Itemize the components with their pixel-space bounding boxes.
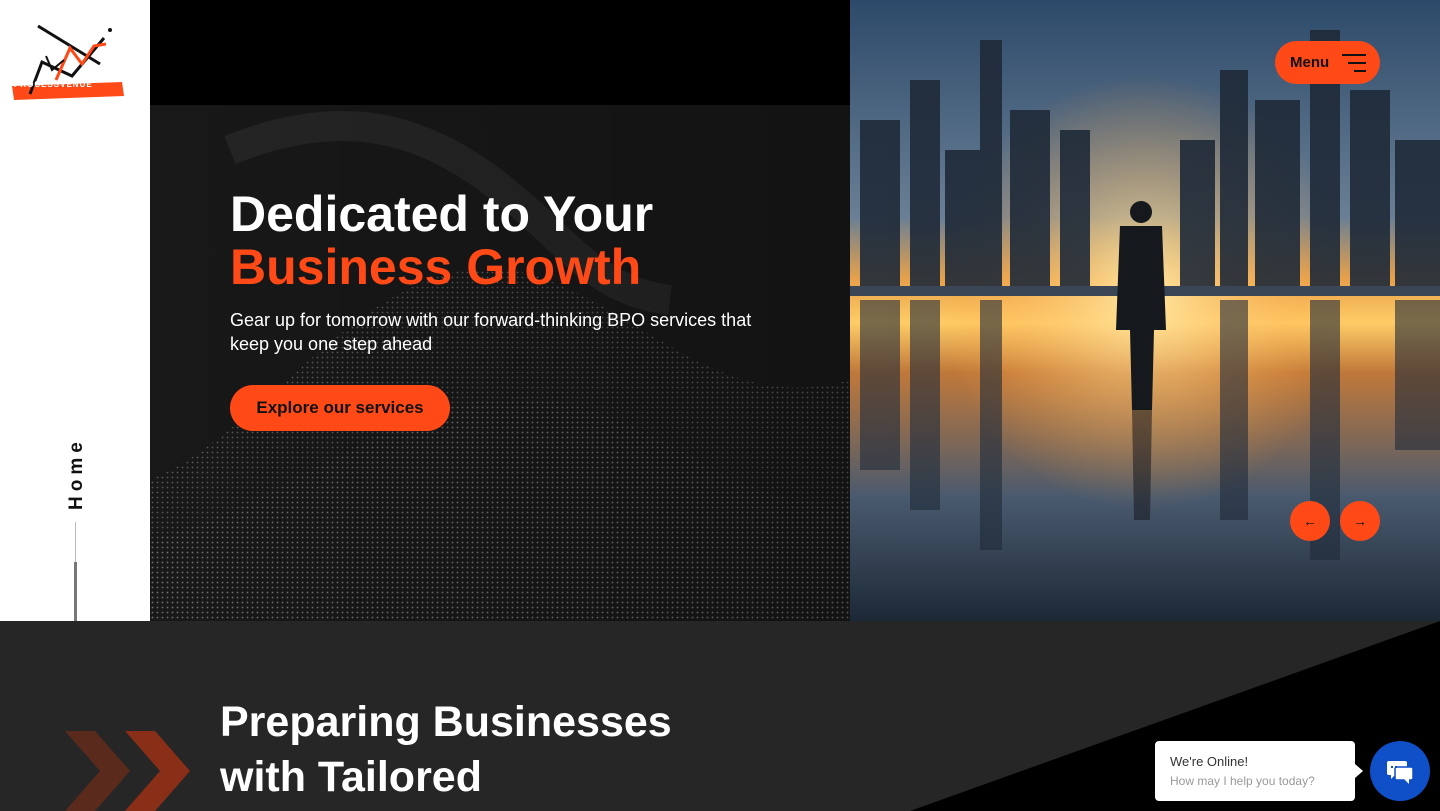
menu-label: Menu (1290, 54, 1330, 71)
chat-launcher-button[interactable] (1370, 741, 1430, 801)
hero-subtitle: Gear up for tomorrow with our forward-th… (230, 310, 752, 354)
chat-status-text: We're Online! (1170, 754, 1249, 769)
section-divider (75, 522, 76, 562)
menu-button[interactable]: Menu (1275, 41, 1380, 84)
logo-wordmark: PROCESSVENUE (14, 80, 93, 89)
chat-prompt-text: How may I help you today? (1170, 774, 1315, 788)
hero-heading-line2: Business Growth (230, 239, 642, 295)
chat-icon (1387, 761, 1414, 784)
arrow-right-icon: → (1353, 513, 1367, 529)
sidebar: PROCESSVENUE Home (0, 0, 150, 621)
current-section-label: Home (66, 437, 87, 510)
scroll-progress-indicator (74, 562, 77, 621)
section-heading-line1: Preparing Businesses (220, 698, 672, 746)
hamburger-icon (1342, 54, 1366, 72)
hero-heading-line1: Dedicated to Your (230, 186, 654, 242)
double-chevron-icon (65, 731, 190, 811)
slider-next-button[interactable]: → (1340, 501, 1380, 541)
section-heading: Preparing Businesses with Tailored (220, 695, 672, 805)
processvenue-logo[interactable] (8, 18, 126, 104)
arrow-left-icon: ← (1303, 513, 1317, 529)
chat-greeting-bubble[interactable]: We're Online! How may I help you today? (1155, 741, 1363, 801)
hero-banner: Dedicated to Your Business Growth Gear u… (150, 0, 1440, 621)
hero-heading: Dedicated to Your Business Growth (230, 188, 653, 294)
section-heading-line2: with Tailored (220, 753, 482, 801)
explore-services-button[interactable]: Explore our services (230, 385, 450, 431)
slider-prev-button[interactable]: ← (1290, 501, 1330, 541)
